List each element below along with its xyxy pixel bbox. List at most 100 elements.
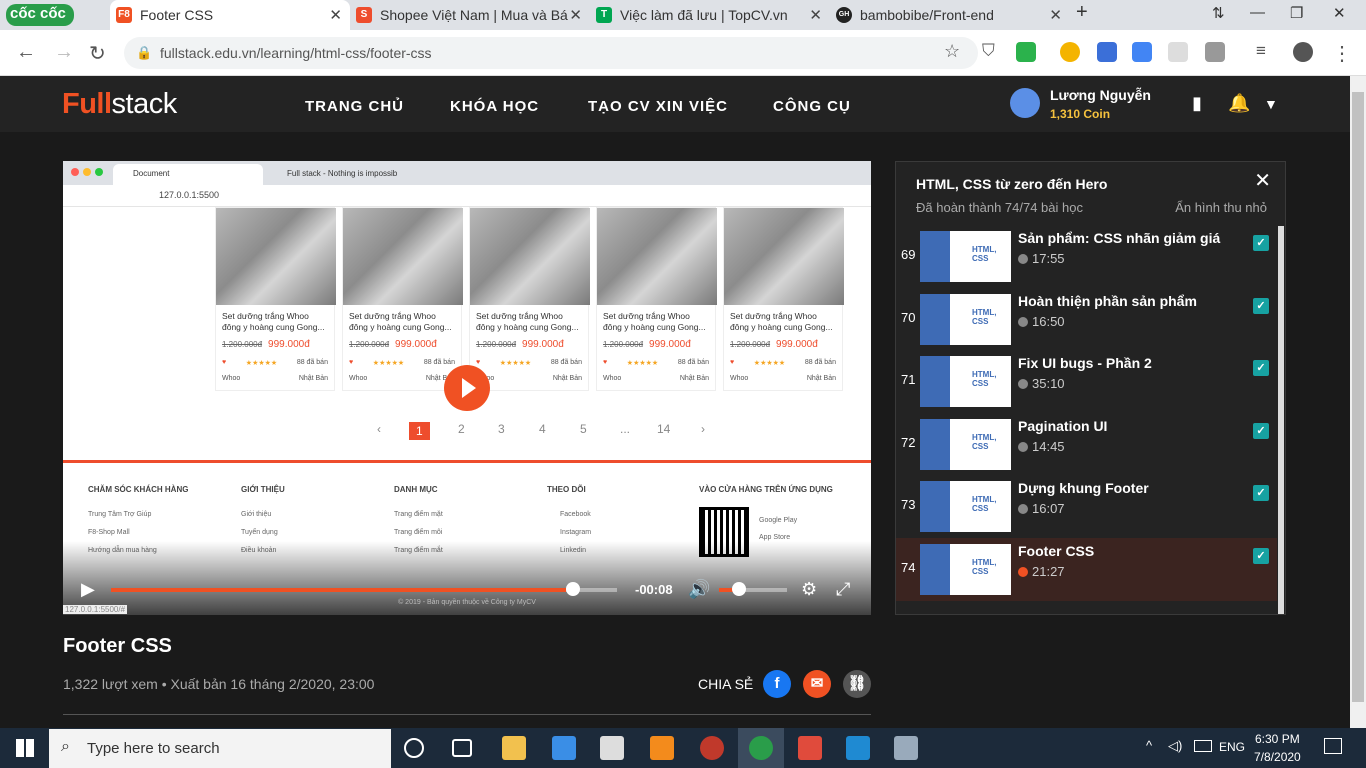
footer-link: App Store bbox=[759, 534, 791, 541]
windows-start-icon[interactable] bbox=[16, 739, 34, 757]
tab-footer-css[interactable]: F8 Footer CSS ✕ bbox=[110, 0, 350, 30]
video-player[interactable]: Document Full stack - Nothing is impossi… bbox=[63, 161, 871, 615]
play-circle-icon bbox=[1018, 254, 1028, 264]
translate-icon[interactable] bbox=[1132, 42, 1152, 62]
coccoc-taskbar-icon[interactable] bbox=[749, 736, 773, 760]
lesson-item[interactable]: 72 HTML, CSS Pagination UI 14:45 ✓ bbox=[896, 413, 1277, 476]
footer-link: F8-Shop Mall bbox=[88, 529, 130, 536]
playlist-icon[interactable]: ≡ bbox=[1256, 41, 1266, 61]
fullscreen-icon[interactable]: ⤢ bbox=[836, 579, 850, 600]
lesson-item[interactable]: 69 HTML, CSS Sản phẩm: CSS nhãn giảm giá 17… bbox=[896, 225, 1277, 285]
settings-gear-icon[interactable]: ⚙ bbox=[801, 579, 817, 600]
volume-icon[interactable]: 🔊 bbox=[688, 579, 710, 600]
lesson-thumbnail: HTML, CSS bbox=[920, 418, 1011, 470]
lesson-item[interactable]: 70 HTML, CSS Hoàn thiện phần sản phẩm 16:50… bbox=[896, 288, 1277, 351]
chevron-down-icon[interactable]: ▼ bbox=[1264, 96, 1278, 112]
back-icon[interactable]: ← bbox=[16, 41, 36, 64]
garena-icon[interactable] bbox=[700, 736, 724, 760]
email-share-icon[interactable]: ✉ bbox=[803, 670, 831, 698]
footer-col-title: DANH MỤC bbox=[394, 485, 438, 494]
nav-courses[interactable]: KHÓA HỌC bbox=[450, 98, 539, 115]
pager-item: 5 bbox=[580, 422, 587, 436]
tab-label: bambobibe/Front-end bbox=[860, 7, 994, 23]
xmind-icon[interactable] bbox=[798, 736, 822, 760]
bell-icon[interactable]: 🔔 bbox=[1228, 93, 1250, 114]
menu-more-icon[interactable]: ⋮ bbox=[1332, 41, 1352, 66]
lesson-number: 73 bbox=[901, 497, 916, 512]
product-price: 1.200.000đ 999.000đ bbox=[603, 339, 691, 350]
volume-tray-icon[interactable]: ◁) bbox=[1168, 738, 1182, 754]
progress-bar[interactable] bbox=[111, 588, 617, 592]
bookmark-icon[interactable]: ▮ bbox=[1192, 93, 1202, 114]
close-window-icon[interactable]: ✕ bbox=[1333, 4, 1346, 22]
lesson-thumbnail: HTML, CSS bbox=[920, 481, 1011, 532]
extension-icon[interactable] bbox=[1168, 42, 1188, 62]
vscode-icon[interactable] bbox=[846, 736, 870, 760]
page-scrollbar[interactable] bbox=[1350, 76, 1366, 728]
nav-create-cv[interactable]: TẠO CV XIN VIỆC bbox=[588, 98, 728, 115]
store-icon[interactable] bbox=[552, 736, 576, 760]
reload-icon[interactable]: ↻ bbox=[89, 41, 106, 66]
close-tab-icon[interactable]: ✕ bbox=[809, 6, 822, 24]
nav-tools[interactable]: CÔNG CỤ bbox=[773, 98, 851, 115]
volume-slider[interactable] bbox=[719, 588, 787, 592]
close-tab-icon[interactable]: ✕ bbox=[1049, 6, 1062, 24]
lesson-thumbnail: HTML, CSS bbox=[920, 356, 1011, 407]
sublime-icon[interactable] bbox=[650, 736, 674, 760]
bookmark-star-icon[interactable]: ☆ bbox=[944, 41, 960, 62]
coccoc-logo[interactable]: cốc cốc bbox=[6, 4, 74, 26]
mail-icon[interactable] bbox=[600, 736, 624, 760]
lesson-item[interactable]: 73 HTML, CSS Dựng khung Footer 16:07 ✓ bbox=[896, 475, 1277, 538]
nav-home[interactable]: TRANG CHỦ bbox=[305, 98, 404, 115]
download-icon[interactable] bbox=[1016, 42, 1036, 62]
minimize-icon[interactable]: — bbox=[1250, 4, 1265, 21]
tab-github[interactable]: GH bambobibe/Front-end ✕ bbox=[830, 0, 1070, 30]
tab-topcv[interactable]: T Việc làm đã lưu | TopCV.vn ✕ bbox=[590, 0, 830, 30]
extension-off-icon[interactable] bbox=[1205, 42, 1225, 62]
battery-icon[interactable] bbox=[1194, 740, 1212, 752]
extension-icon[interactable] bbox=[1060, 42, 1080, 62]
play-big-icon[interactable] bbox=[444, 365, 490, 411]
scrollbar-thumb[interactable] bbox=[1352, 92, 1364, 702]
rating-stars-icon: ★★★★★ bbox=[753, 360, 786, 367]
panel-scrollbar[interactable] bbox=[1278, 226, 1284, 614]
profile-icon[interactable] bbox=[1293, 42, 1313, 62]
task-view-icon[interactable] bbox=[452, 739, 472, 757]
footer-copyright: © 2019 - Bản quyền thuộc về Công ty MyCV bbox=[398, 599, 536, 606]
forward-icon[interactable]: → bbox=[54, 41, 74, 64]
url-bar[interactable]: 🔒 fullstack.edu.vn/learning/html-css/foo… bbox=[124, 37, 978, 69]
lesson-item[interactable]: 74 HTML, CSS Footer CSS 21:27 ✓ bbox=[896, 537, 1277, 601]
hide-thumbnails-link[interactable]: Ẩn hình thu nhỏ bbox=[1175, 200, 1267, 215]
maximize-dot-icon bbox=[95, 168, 103, 176]
file-explorer-icon[interactable] bbox=[502, 736, 526, 760]
play-icon[interactable]: ▶ bbox=[81, 579, 95, 600]
avatar[interactable] bbox=[1010, 88, 1040, 118]
product-price: 1.200.000đ 999.000đ bbox=[349, 339, 437, 350]
product-image bbox=[343, 208, 463, 305]
facebook-share-icon[interactable]: f bbox=[763, 670, 791, 698]
new-tab-icon[interactable]: + bbox=[1076, 1, 1088, 24]
maximize-icon[interactable]: ❐ bbox=[1290, 4, 1303, 22]
cortana-icon[interactable] bbox=[404, 738, 424, 758]
notification-icon[interactable] bbox=[1324, 738, 1342, 754]
tray-chevron-icon[interactable]: ^ bbox=[1146, 738, 1152, 753]
taskbar-search-input[interactable]: ⌕ Type here to search bbox=[49, 729, 391, 768]
clock[interactable]: 6:30 PM 7/8/2020 bbox=[1254, 732, 1301, 764]
copy-link-icon[interactable]: ⛓ bbox=[843, 670, 871, 698]
shield-icon[interactable]: ⛉ bbox=[982, 41, 995, 61]
tab-search-icon[interactable]: ⇅ bbox=[1212, 4, 1225, 22]
tab-shopee[interactable]: S Shopee Việt Nam | Mua và Bá ✕ bbox=[350, 0, 590, 30]
lesson-name: Fix UI bugs - Phần 2 bbox=[1018, 355, 1152, 371]
paint-icon[interactable] bbox=[894, 736, 918, 760]
fullstack-logo[interactable]: Fullstack bbox=[62, 88, 177, 121]
language-indicator[interactable]: ENG bbox=[1219, 740, 1245, 754]
lesson-item[interactable]: 71 HTML, CSS Fix UI bugs - Phần 2 35:10 ✓ bbox=[896, 350, 1277, 413]
shopee-favicon-icon: S bbox=[356, 7, 372, 23]
close-tab-icon[interactable]: ✕ bbox=[329, 6, 342, 24]
close-tab-icon[interactable]: ✕ bbox=[569, 6, 582, 24]
close-panel-icon[interactable]: ✕ bbox=[1254, 168, 1271, 193]
lesson-name: Hoàn thiện phần sản phẩm bbox=[1018, 292, 1197, 309]
pager-next-icon: › bbox=[701, 422, 705, 436]
user-name[interactable]: Lương Nguyễn bbox=[1050, 87, 1151, 103]
extension-icon[interactable] bbox=[1097, 42, 1117, 62]
